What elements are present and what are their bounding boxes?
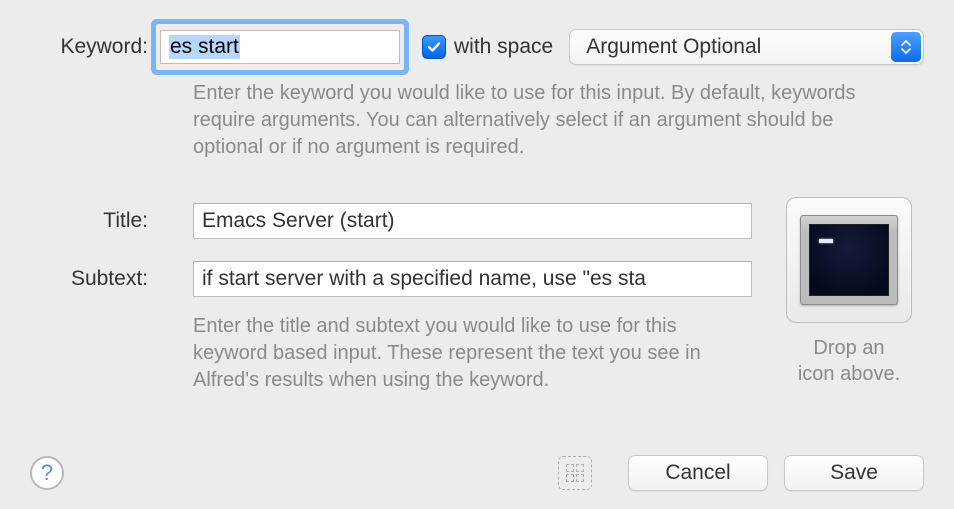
keyword-help-text: Enter the keyword you would like to use … xyxy=(160,80,900,161)
cancel-button[interactable]: Cancel xyxy=(628,455,768,491)
terminal-icon-screen xyxy=(809,224,889,296)
keyword-value: es start xyxy=(169,35,240,59)
keyword-input[interactable]: es start xyxy=(160,30,400,64)
check-icon xyxy=(426,39,442,55)
argument-select[interactable]: Argument Optional xyxy=(569,29,924,65)
help-button[interactable]: ? xyxy=(30,456,64,490)
title-input[interactable] xyxy=(193,203,752,239)
subtext-row: Subtext: xyxy=(30,261,752,297)
keyword-row: Keyword: es start with space Argument Op… xyxy=(30,28,924,66)
icon-column: Drop an icon above. xyxy=(774,203,924,387)
middle-block: Title: Subtext: Enter the title and subt… xyxy=(30,203,924,394)
with-space-checkbox[interactable] xyxy=(422,35,446,59)
layout-grid-button[interactable] xyxy=(558,456,592,490)
keyword-input-wrap: es start xyxy=(160,28,400,66)
middle-left: Title: Subtext: Enter the title and subt… xyxy=(30,203,752,394)
keyword-label: Keyword: xyxy=(30,35,160,59)
icon-drop-caption: Drop an icon above. xyxy=(798,335,900,387)
terminal-icon xyxy=(800,215,898,305)
save-button[interactable]: Save xyxy=(784,455,924,491)
select-stepper-icon xyxy=(891,32,921,62)
icon-drop-well[interactable] xyxy=(786,197,912,323)
grid-icon xyxy=(566,464,584,482)
title-subtext-help-text: Enter the title and subtext you would li… xyxy=(160,313,752,394)
subtext-label: Subtext: xyxy=(30,267,160,291)
argument-select-value: Argument Optional xyxy=(586,35,761,59)
title-row: Title: xyxy=(30,203,752,239)
with-space-label: with space xyxy=(454,35,553,59)
title-label: Title: xyxy=(30,209,160,233)
subtext-input[interactable] xyxy=(193,261,752,297)
footer: ? Cancel Save xyxy=(30,455,924,491)
